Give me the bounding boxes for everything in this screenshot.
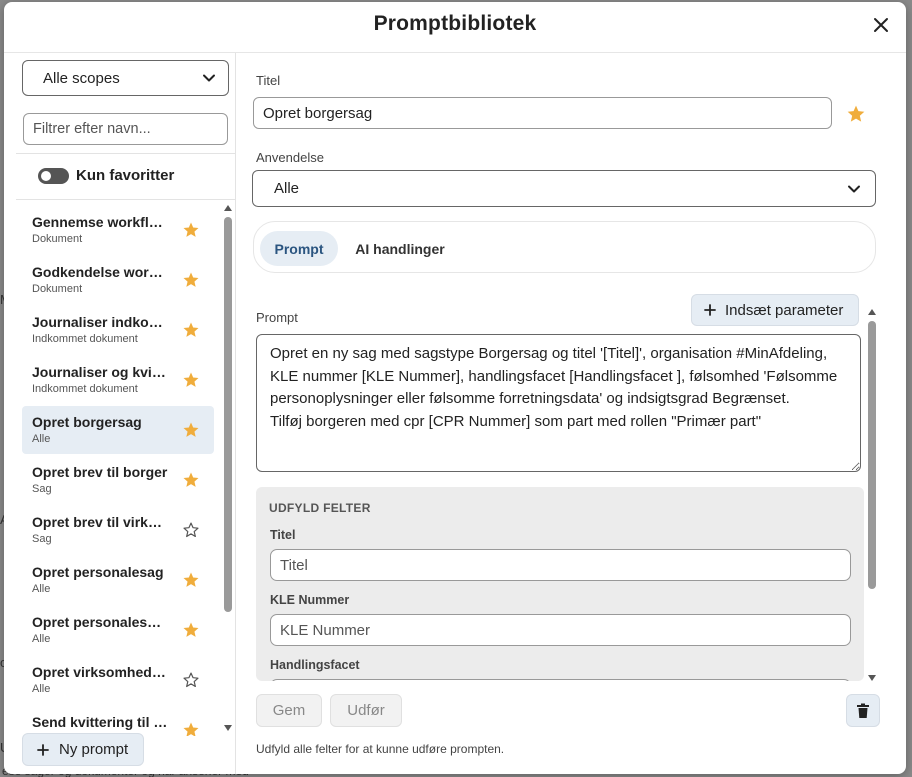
prompt-item-name: Journaliser og kvitter	[32, 364, 168, 380]
prompt-textarea[interactable]	[256, 334, 861, 472]
usage-label: Anvendelse	[256, 150, 324, 165]
scroll-down-arrow[interactable]	[224, 725, 232, 731]
favorite-star-icon[interactable]	[846, 104, 866, 124]
prompt-item-name: Journaliser indkom...	[32, 314, 168, 330]
prompt-item-name: Opret brev til borger	[32, 464, 168, 480]
title-input[interactable]	[253, 97, 832, 129]
scope-select-value: Alle scopes	[43, 69, 120, 87]
star-filled-icon[interactable]	[182, 271, 200, 289]
filter-input[interactable]	[23, 113, 228, 145]
prompt-list-item[interactable]: Opret brev til virkso... Sag	[22, 506, 214, 554]
star-filled-icon[interactable]	[182, 721, 200, 736]
tab-ai-actions[interactable]: AI handlinger	[352, 231, 448, 266]
field-input-kle-nummer[interactable]	[270, 614, 851, 646]
field-label-handlingsfacet: Handlingsfacet	[270, 658, 360, 672]
hint-text: Udfyld alle felter for at kunne udføre p…	[256, 742, 505, 756]
prompt-label: Prompt	[256, 310, 298, 325]
star-filled-icon[interactable]	[182, 221, 200, 239]
prompt-list: Gennemse workflow Dokument Godkendelse wor…	[22, 206, 214, 736]
prompt-list-item[interactable]: Opret brev til borger Sag	[22, 456, 214, 504]
prompt-item-name: Opret personalesag...	[32, 614, 168, 630]
star-outline-icon[interactable]	[182, 671, 200, 689]
close-button[interactable]	[870, 14, 892, 36]
title-label: Titel	[256, 73, 281, 88]
prompt-list-item[interactable]: Opret personalesag... Alle	[22, 606, 214, 654]
scrollbar-thumb[interactable]	[868, 321, 876, 589]
field-label-kle-nummer: KLE Nummer	[270, 593, 350, 607]
sidebar-scrollbar[interactable]	[222, 203, 234, 733]
dialog-title: Promptbibliotek	[373, 12, 537, 35]
insert-parameter-button[interactable]: Indsæt parameter	[691, 294, 859, 326]
field-input-handlingsfacet[interactable]	[270, 679, 851, 681]
prompt-list-item[interactable]: Godkendelse workfl... Dokument	[22, 256, 214, 304]
scroll-up-arrow[interactable]	[868, 309, 876, 315]
prompt-library-dialog: Promptbibliotek Alle scopes Kun favoritt…	[4, 2, 906, 774]
tab-bar: Prompt AI handlinger	[253, 221, 876, 273]
insert-parameter-label: Indsæt parameter	[725, 301, 844, 319]
plus-icon	[704, 304, 716, 316]
prompt-item-name: Opret virksomhedss...	[32, 664, 168, 680]
chevron-down-icon	[203, 74, 215, 82]
prompt-list-item[interactable]: Journaliser og kvitter Indkommet dokument	[22, 356, 214, 404]
delete-button[interactable]	[846, 694, 880, 727]
prompt-item-name: Opret personalesag	[32, 564, 164, 580]
sidebar-divider	[16, 153, 236, 154]
chevron-down-icon	[848, 185, 860, 193]
prompt-list-item[interactable]: Journaliser indkom... Indkommet dokument	[22, 306, 214, 354]
tab-prompt[interactable]: Prompt	[260, 231, 338, 266]
fill-fields-panel: UDFYLD FELTER Titel KLE Nummer Handlings…	[256, 487, 864, 681]
star-filled-icon[interactable]	[182, 371, 200, 389]
prompt-item-name: Godkendelse workfl...	[32, 264, 168, 280]
field-input-titel[interactable]	[270, 549, 851, 581]
prompt-list-item[interactable]: Opret borgersag Alle	[22, 406, 214, 454]
star-filled-icon[interactable]	[182, 421, 200, 439]
fill-fields-title: UDFYLD FELTER	[269, 501, 371, 515]
scrollbar-thumb[interactable]	[224, 217, 232, 612]
execute-button[interactable]: Udfør	[330, 694, 402, 727]
sidebar-divider	[16, 199, 236, 200]
favorites-toggle-row[interactable]: Kun favoritter	[38, 167, 174, 184]
close-icon	[874, 18, 888, 32]
star-filled-icon[interactable]	[182, 471, 200, 489]
scope-select[interactable]: Alle scopes	[22, 60, 229, 96]
prompt-list-item[interactable]: Gennemse workflow Dokument	[22, 206, 214, 254]
scroll-down-arrow[interactable]	[868, 675, 876, 681]
usage-select-value: Alle	[274, 180, 300, 197]
plus-icon	[37, 743, 49, 756]
star-filled-icon[interactable]	[182, 321, 200, 339]
prompt-item-name: Opret brev til virkso...	[32, 514, 168, 530]
favorites-toggle-label: Kun favoritter	[76, 167, 175, 184]
editor-scrollbar[interactable]	[866, 307, 878, 681]
field-label-titel: Titel	[270, 528, 296, 542]
favorites-toggle[interactable]	[38, 167, 69, 184]
scroll-up-arrow[interactable]	[224, 205, 232, 211]
star-filled-icon[interactable]	[182, 621, 200, 639]
usage-select[interactable]: Alle	[252, 170, 876, 207]
prompt-list-item[interactable]: Opret personalesag Alle	[22, 556, 214, 604]
new-prompt-button[interactable]: Ny prompt	[22, 733, 144, 766]
prompt-item-name: Send kvittering til b...	[32, 714, 168, 730]
prompt-list-item[interactable]: Opret virksomhedss... Alle	[22, 656, 214, 704]
prompt-item-name: Opret borgersag	[32, 414, 142, 430]
prompt-item-name: Gennemse workflow	[32, 214, 168, 230]
new-prompt-label: Ny prompt	[59, 741, 129, 758]
sidebar: Alle scopes Kun favoritter Gennemse work…	[4, 53, 236, 774]
star-filled-icon[interactable]	[182, 571, 200, 589]
prompt-list-item[interactable]: Send kvittering til b...	[22, 706, 214, 736]
prompt-editor: Titel Anvendelse Alle Prompt AI handling…	[237, 53, 906, 774]
trash-icon	[857, 703, 869, 718]
star-outline-icon[interactable]	[182, 521, 200, 539]
save-button[interactable]: Gem	[256, 694, 322, 727]
